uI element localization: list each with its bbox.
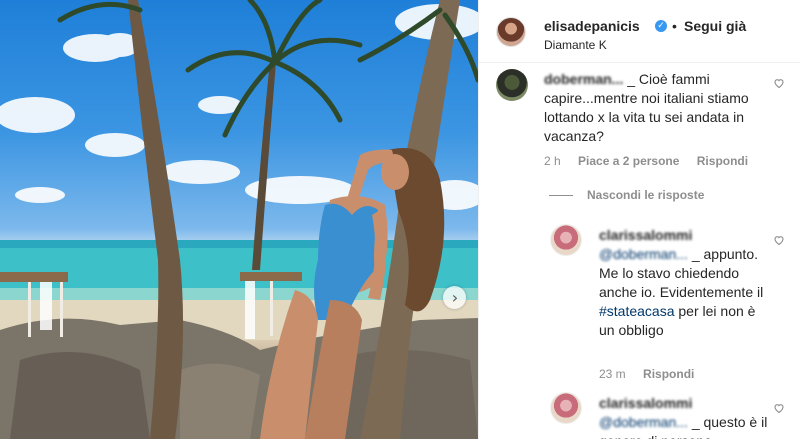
header-separator: • xyxy=(672,18,677,34)
comment-time: 2 h xyxy=(544,154,561,168)
reply-username[interactable]: clarissalommi xyxy=(599,227,692,243)
hide-replies-button[interactable]: Nascondi le risposte xyxy=(549,188,704,202)
post-location[interactable]: Diamante K xyxy=(544,38,607,52)
chevron-right-icon: › xyxy=(451,287,459,307)
reply-time: 23 m xyxy=(599,367,626,381)
reply-button[interactable]: Rispondi xyxy=(697,154,748,168)
follow-button[interactable]: Segui già xyxy=(684,18,746,34)
comments-list[interactable]: doberman... _ Cioè fammi capire...mentre… xyxy=(479,64,800,439)
comment-meta: 2 h Piace a 2 persone Rispondi xyxy=(544,154,762,168)
reply-avatar[interactable] xyxy=(550,392,582,424)
reply-mention[interactable]: @doberman... xyxy=(599,246,688,262)
carousel-next-button[interactable]: › xyxy=(443,286,466,309)
divider-line xyxy=(549,195,573,197)
reply-username[interactable]: clarissalommi xyxy=(599,395,692,411)
comment-likes-link[interactable]: Piace a 2 persone xyxy=(578,154,679,168)
heart-outline-icon[interactable] xyxy=(773,402,785,414)
reply-text: clarissalommi @doberman... _ questo è il… xyxy=(599,394,769,439)
post-header: elisadepanicis ✓ • Segui già Diamante K xyxy=(479,0,800,63)
commenter-username[interactable]: doberman... xyxy=(544,71,623,87)
reply-body: _ questo xyxy=(691,414,746,430)
beach-scene xyxy=(0,0,478,439)
author-username[interactable]: elisadepanicis xyxy=(544,18,640,34)
hide-replies-label: Nascondi le risposte xyxy=(587,188,705,202)
post-side-panel: elisadepanicis ✓ • Segui già Diamante K … xyxy=(478,0,800,439)
verified-badge-icon: ✓ xyxy=(655,20,667,32)
reply-mention[interactable]: @doberman... xyxy=(599,414,688,430)
reply-avatar[interactable] xyxy=(550,224,582,256)
comment-text: doberman... _ Cioè fammi capire...mentre… xyxy=(544,70,769,146)
reply-mention-suffix: _ xyxy=(691,246,700,262)
commenter-avatar[interactable] xyxy=(496,69,528,101)
heart-outline-icon[interactable] xyxy=(773,234,785,246)
reply-button[interactable]: Rispondi xyxy=(643,367,694,381)
author-avatar[interactable] xyxy=(496,17,526,47)
reply-text: clarissalommi @doberman... _ appunto. Me… xyxy=(599,226,769,340)
post-photo[interactable]: › xyxy=(0,0,478,439)
reply-hashtag[interactable]: #stateacasa xyxy=(599,303,675,319)
reply-meta: 23 m Rispondi xyxy=(599,367,708,381)
heart-outline-icon[interactable] xyxy=(773,77,785,89)
